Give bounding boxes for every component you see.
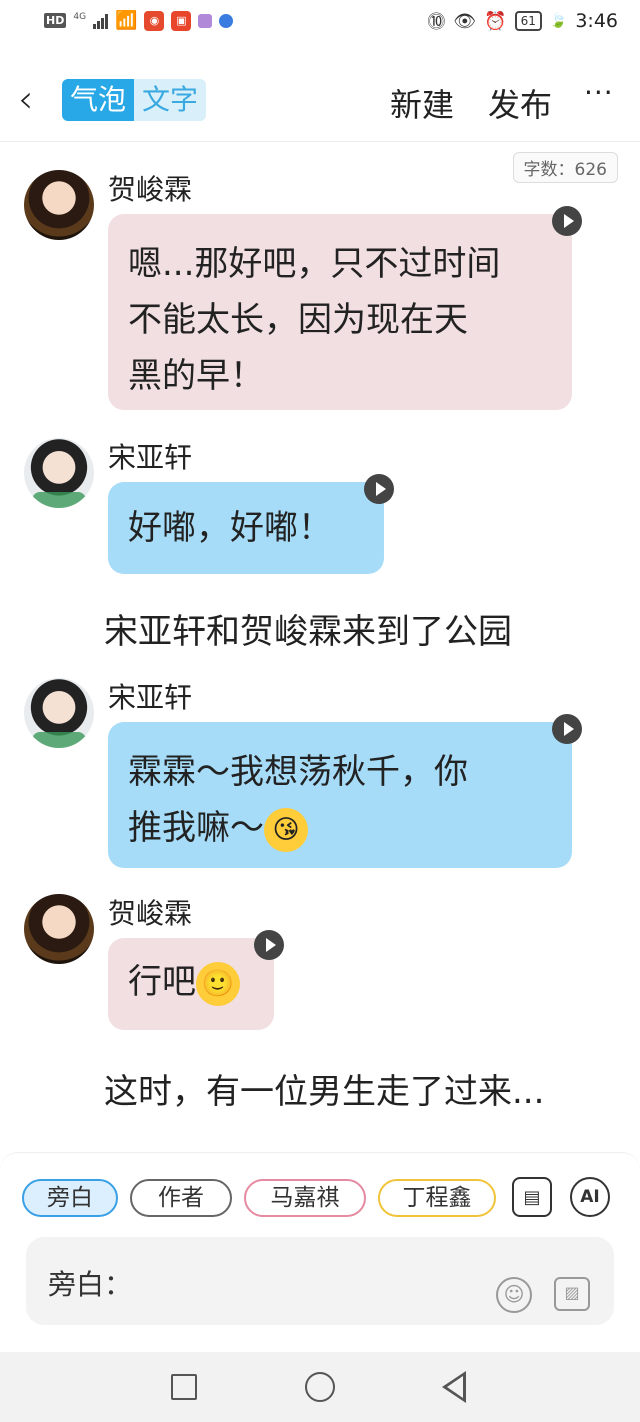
speaker-name: 贺峻霖 <box>108 173 193 206</box>
wifi-icon: 📶 <box>115 10 138 31</box>
message-line: 行吧 <box>128 962 196 1002</box>
status-right: ⓾ 👁 ⏰ 61 🍃 3:46 <box>427 8 618 34</box>
composer-panel: 旁白 作者 马嘉祺 丁程鑫 ▤ AI 旁白： ☺ ▨ <box>0 1152 640 1352</box>
message-line-with-emoji: 行吧 🙂 <box>128 956 254 1008</box>
mode-toggle[interactable]: 气泡 文字 <box>62 79 207 121</box>
message-line: 嗯...那好吧，只不过时间 <box>128 244 501 284</box>
back-triangle-icon[interactable] <box>442 1371 466 1403</box>
word-count-badge: 字数：626 <box>512 152 618 183</box>
mode-text-tab[interactable]: 文字 <box>134 79 207 121</box>
emoji-picker-button[interactable]: ☺ <box>496 1277 532 1313</box>
system-nav-bar <box>0 1352 640 1422</box>
recent-apps-icon[interactable] <box>171 1374 197 1400</box>
data-saver-icon: ⓾ <box>427 12 446 33</box>
message-line-with-emoji: 推我嘛～ 😘 <box>128 800 552 856</box>
app-notification-icon-2 <box>198 13 213 28</box>
hd-indicator: HD <box>44 13 67 28</box>
message-line: 不能太长，因为现在天 <box>128 300 468 340</box>
avatar[interactable] <box>24 170 94 240</box>
chevron-left-icon: ‹ <box>18 77 34 121</box>
narration-text[interactable]: 宋亚轩和贺峻霖来到了公园 <box>104 604 512 653</box>
speaker-name: 贺峻霖 <box>108 897 193 930</box>
play-voice-button[interactable] <box>552 714 582 744</box>
message-bubble[interactable]: 嗯...那好吧，只不过时间 不能太长，因为现在天 黑的早！ <box>108 214 572 410</box>
clock: 3:46 <box>575 10 618 32</box>
more-menu-button[interactable]: ··· <box>584 76 614 109</box>
mode-bubble-tab[interactable]: 气泡 <box>62 79 135 121</box>
ai-button[interactable]: AI <box>570 1177 610 1217</box>
speaker-name: 宋亚轩 <box>108 681 193 714</box>
status-bar: HD 4G 📶 ◉ ▣ ⓾ 👁 ⏰ 61 🍃 3:46 <box>0 0 640 44</box>
smiley-icon: ☺ <box>503 1282 525 1306</box>
smile-emoji-icon: 🙂 <box>196 961 240 1006</box>
top-header: ‹ 气泡 文字 新建 发布 ··· <box>0 62 640 142</box>
message-line: 霖霖～我想荡秋千，你 <box>128 752 468 792</box>
role-chip-narration[interactable]: 旁白 <box>22 1179 118 1217</box>
leaf-icon: 🍃 <box>549 13 568 29</box>
new-button[interactable]: 新建 <box>390 80 454 126</box>
alarm-icon: ⏰ <box>484 10 507 32</box>
home-icon[interactable] <box>305 1372 335 1402</box>
signal-icon <box>93 13 109 29</box>
app-notification-icon: ▣ <box>171 10 192 31</box>
message-line: 黑的早！ <box>128 356 264 396</box>
publish-button[interactable]: 发布 <box>488 80 552 126</box>
narration-text[interactable]: 这时，有一位男生走了过来... <box>104 1064 544 1113</box>
role-selector: 旁白 作者 马嘉祺 丁程鑫 <box>22 1179 496 1217</box>
message-input[interactable]: 旁白： ☺ ▨ <box>26 1237 614 1325</box>
message-bubble[interactable]: 行吧 🙂 <box>108 938 274 1030</box>
app-notification-icon-3 <box>219 13 234 28</box>
play-voice-button[interactable] <box>552 206 582 236</box>
weibo-app-icon: ◉ <box>144 10 165 31</box>
avatar[interactable] <box>24 894 94 964</box>
message-line: 推我嘛～ <box>128 808 264 848</box>
role-chip-ding-chengxin[interactable]: 丁程鑫 <box>378 1179 496 1217</box>
play-voice-button[interactable] <box>364 474 394 504</box>
avatar[interactable] <box>24 438 94 508</box>
role-chip-author[interactable]: 作者 <box>130 1179 232 1217</box>
card-icon: ▤ <box>523 1186 541 1208</box>
input-role-label: 旁白： <box>48 1268 133 1301</box>
avatar[interactable] <box>24 678 94 748</box>
character-card-button[interactable]: ▤ <box>512 1177 552 1217</box>
speaker-name: 宋亚轩 <box>108 441 193 474</box>
play-voice-button[interactable] <box>254 930 284 960</box>
message-line: 好嘟，好嘟！ <box>128 508 332 548</box>
battery-indicator: 61 <box>514 11 542 31</box>
network-indicator: 4G <box>73 11 87 22</box>
back-button[interactable]: ‹ <box>18 80 33 118</box>
status-left: HD 4G 📶 ◉ ▣ <box>44 10 234 31</box>
message-bubble[interactable]: 霖霖～我想荡秋千，你 推我嘛～ 😘 <box>108 722 572 868</box>
role-chip-ma-jiaqi[interactable]: 马嘉祺 <box>244 1179 366 1217</box>
message-bubble[interactable]: 好嘟，好嘟！ <box>108 482 384 574</box>
image-picker-button[interactable]: ▨ <box>554 1277 590 1311</box>
kiss-emoji-icon: 😘 <box>264 807 308 852</box>
image-icon: ▨ <box>564 1283 580 1302</box>
eye-comfort-icon: 👁 <box>453 10 477 32</box>
